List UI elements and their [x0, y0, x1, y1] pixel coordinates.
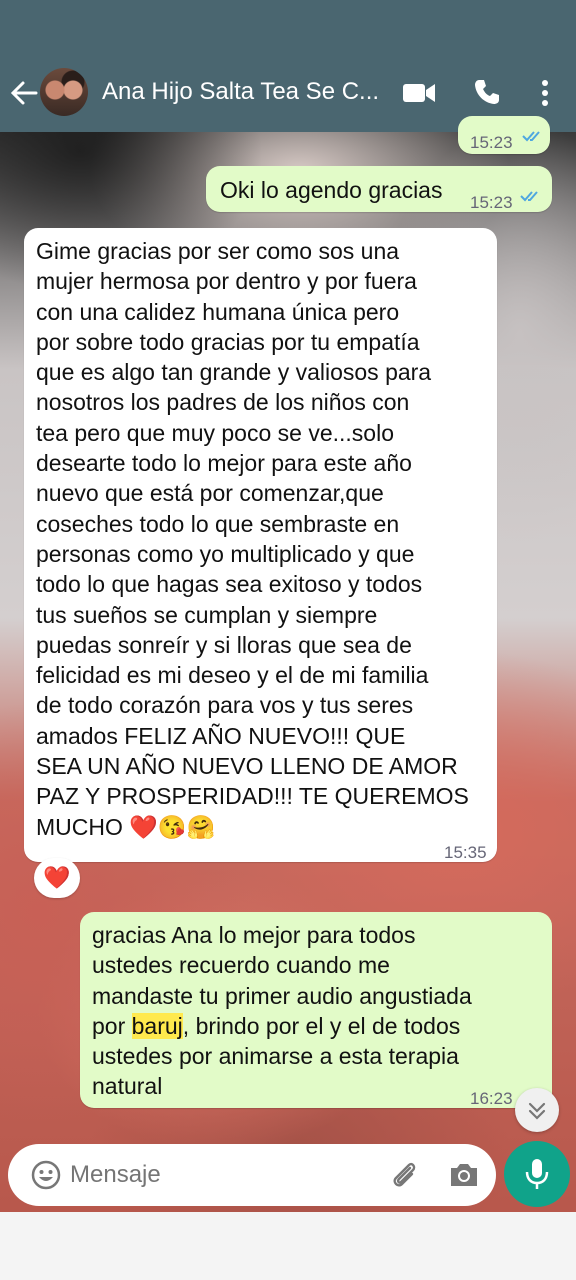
voice-message-button[interactable] [504, 1141, 570, 1207]
message-line: SEA UN AÑO NUEVO LLENO DE AMOR [36, 753, 458, 780]
message-line: coseches todo lo que sembraste en [36, 510, 400, 537]
message-time: 15:35 [444, 843, 487, 862]
back-arrow-icon[interactable] [10, 80, 38, 106]
message-line: ustedes por animarse a esta terapia [92, 1043, 459, 1070]
message-line: de todo corazón para vos y tus seres [36, 692, 414, 719]
message-line: mujer hermosa por dentro y por fuera [36, 268, 417, 295]
message-composer [8, 1144, 496, 1206]
avatar[interactable] [40, 68, 88, 116]
message-line: gracias Ana lo mejor para todos [92, 922, 416, 948]
message-text: Gime gracias por ser como sos una mujer … [36, 236, 491, 842]
message-line: nuevo que está por comenzar,que [36, 480, 384, 507]
search-highlight: baruj [131, 1012, 183, 1039]
emoji-icon[interactable] [30, 1159, 62, 1191]
navigation-bar-area [0, 1212, 576, 1280]
message-line: tea pero que muy poco se ve...solo [36, 419, 394, 446]
paperclip-icon[interactable] [388, 1159, 420, 1191]
mic-icon [525, 1159, 549, 1189]
heart-reaction[interactable]: ❤️ [34, 858, 80, 898]
message-bubble-incoming[interactable]: Gime gracias por ser como sos una mujer … [24, 228, 497, 862]
message-line: puedas sonreír y si lloras que sea de [36, 631, 412, 658]
camera-icon[interactable] [448, 1159, 480, 1191]
message-bubble-outgoing[interactable]: 15:23 [458, 116, 550, 154]
message-fragment: por [92, 1012, 132, 1039]
message-text: gracias Ana lo mejor para todos ustedes … [92, 920, 547, 1102]
message-time: 16:23 [470, 1089, 513, 1108]
read-ticks-icon [520, 191, 538, 202]
message-line: personas como yo multiplicado y que [36, 540, 415, 567]
message-line: todo lo que hagas sea exitoso y todos [36, 571, 423, 598]
message-text: Oki lo agendo gracias [220, 177, 443, 203]
chevron-double-down-icon [528, 1102, 546, 1120]
status-bar [0, 0, 576, 52]
message-line: amados FELIZ AÑO NUEVO!!! QUE [36, 722, 406, 749]
message-line: por sobre todo gracias por tu empatía [36, 328, 420, 355]
message-line: por baruj, brindo por el y el de todos [92, 1011, 547, 1041]
message-line: felicidad es mi deseo y el de mi familia [36, 662, 429, 689]
message-time: 15:23 [470, 133, 513, 152]
message-line: MUCHO ❤️😘🤗 [36, 813, 216, 840]
message-line: con una calidez humana única pero [36, 298, 400, 325]
scroll-to-bottom-button[interactable] [515, 1088, 559, 1132]
message-line: desearte todo lo mejor para este año [36, 450, 412, 477]
message-line: mandaste tu primer audio angustiada [92, 982, 472, 1009]
message-line: que es algo tan grande y valiosos para [36, 359, 432, 386]
message-bubble-outgoing[interactable]: gracias Ana lo mejor para todos ustedes … [80, 912, 552, 1108]
message-fragment: , brindo por el y el de todos [182, 1012, 461, 1039]
video-call-icon[interactable] [403, 82, 435, 104]
message-line: nosotros los padres de los niños con [36, 389, 410, 416]
read-ticks-icon [522, 131, 540, 142]
message-line: ustedes recuerdo cuando me [92, 952, 390, 979]
message-input[interactable] [68, 1160, 372, 1190]
message-line: PAZ Y PROSPERIDAD!!! TE QUEREMOS [36, 783, 469, 810]
chat-title[interactable]: Ana Hijo Salta Tea Se C... [102, 78, 379, 106]
message-time: 15:23 [470, 193, 513, 212]
message-bubble-outgoing[interactable]: Oki lo agendo gracias 15:23 [206, 166, 552, 212]
message-line: tus sueños se cumplan y siempre [36, 601, 378, 628]
more-vert-icon[interactable] [538, 79, 552, 107]
message-line: Gime gracias por ser como sos una [36, 238, 400, 264]
phone-icon[interactable] [474, 79, 500, 105]
